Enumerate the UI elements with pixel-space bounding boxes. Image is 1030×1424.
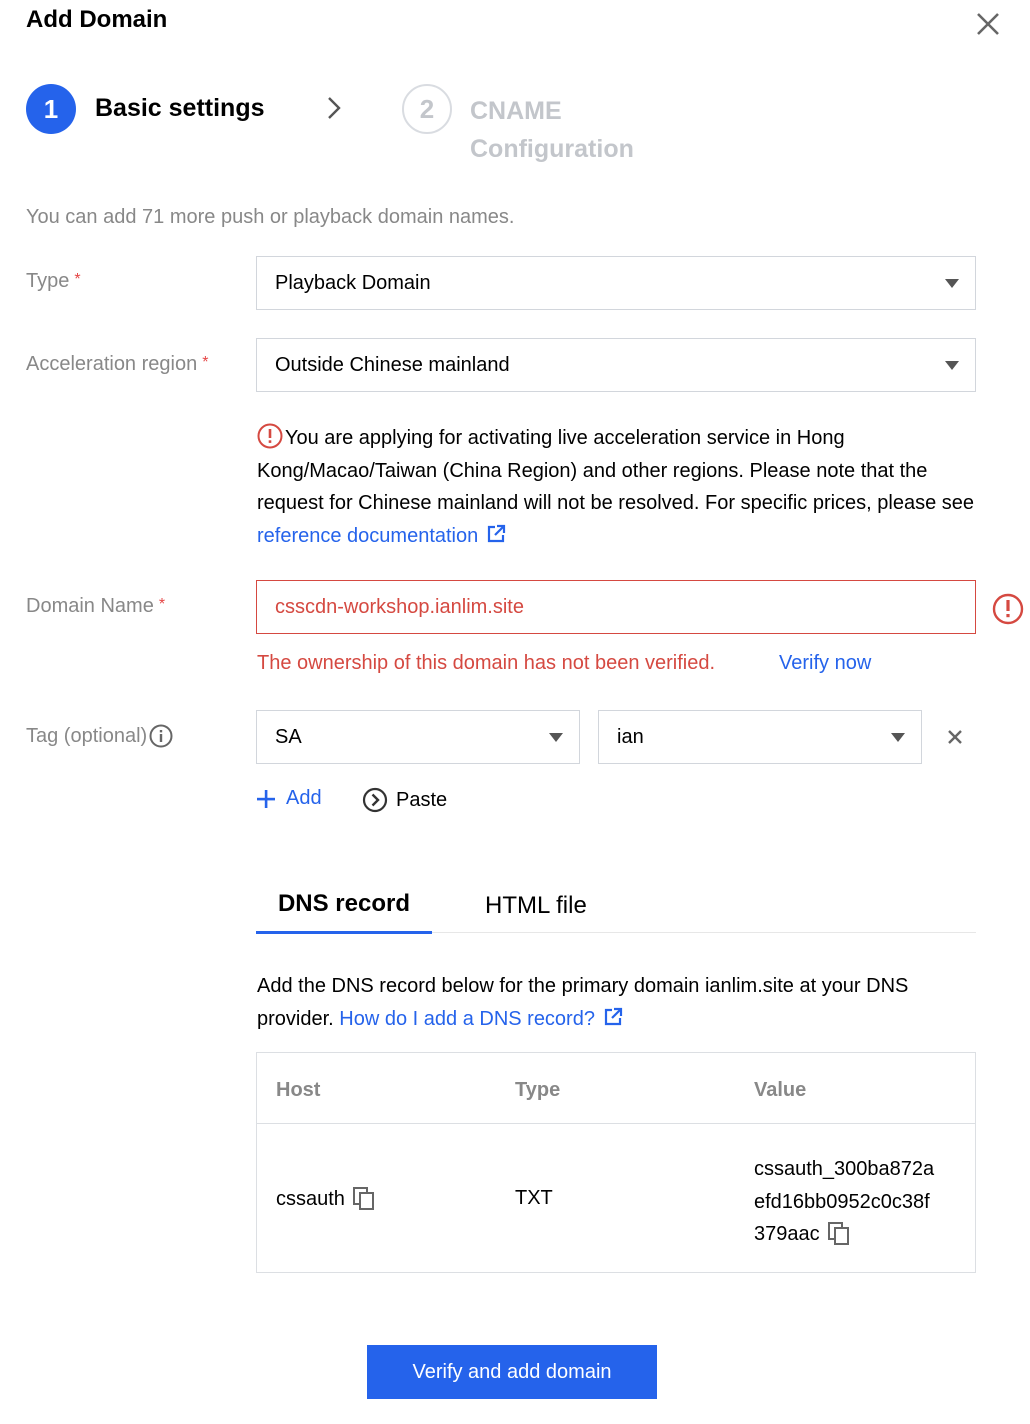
- type-select-value: Playback Domain: [275, 271, 431, 294]
- domain-label-text: Domain Name: [26, 595, 154, 617]
- dns-record-table: Host Type Value cssauth TXT cssauth_300b…: [256, 1052, 976, 1273]
- table-header-row: Host Type Value: [257, 1053, 975, 1124]
- region-label: Acceleration region *: [26, 353, 208, 376]
- quota-hint: You can add 71 more push or playback dom…: [26, 206, 515, 228]
- external-link-icon[interactable]: [603, 1007, 623, 1027]
- type-label: Type *: [26, 270, 81, 293]
- copy-icon[interactable]: [827, 1222, 850, 1246]
- region-warning-text: You are applying for activating live acc…: [257, 427, 975, 514]
- region-select[interactable]: Outside Chinese mainland: [256, 338, 976, 392]
- caret-down-icon: [945, 361, 959, 370]
- value-line: 379aac: [754, 1223, 820, 1245]
- type-label-text: Type: [26, 270, 70, 292]
- error-icon: [992, 593, 1024, 625]
- paste-icon: [362, 787, 388, 813]
- domain-name-value: csscdn-workshop.ianlim.site: [275, 595, 524, 618]
- required-mark: *: [158, 596, 166, 613]
- warning-icon: [257, 423, 283, 449]
- info-icon[interactable]: [149, 724, 173, 748]
- host-cell: cssauth: [276, 1187, 375, 1211]
- domain-label: Domain Name *: [26, 595, 165, 618]
- dialog-title: Add Domain: [26, 6, 168, 33]
- plus-icon: [257, 789, 275, 808]
- dns-description: Add the DNS record below for the primary…: [257, 970, 987, 1035]
- column-header-host: Host: [276, 1079, 321, 1101]
- verify-now-link[interactable]: Verify now: [779, 652, 871, 675]
- step-1-label: Basic settings: [95, 94, 265, 122]
- remove-tag-icon[interactable]: [944, 726, 966, 748]
- domain-error-message: The ownership of this domain has not bee…: [257, 652, 716, 674]
- add-tag-button[interactable]: Add: [256, 787, 322, 810]
- external-link-icon[interactable]: [486, 524, 506, 544]
- tag-value-select[interactable]: ian: [598, 710, 922, 764]
- caret-down-icon: [891, 733, 905, 742]
- domain-name-input[interactable]: csscdn-workshop.ianlim.site: [256, 580, 976, 634]
- region-warning: You are applying for activating live acc…: [257, 422, 977, 552]
- step-2-label: CNAME Configuration: [470, 97, 634, 163]
- copy-icon[interactable]: [352, 1187, 375, 1211]
- column-header-value: Value: [754, 1079, 807, 1101]
- region-label-text: Acceleration region: [26, 353, 198, 375]
- tag-value-value: ian: [617, 725, 644, 748]
- chevron-right-icon: [328, 97, 341, 119]
- region-select-value: Outside Chinese mainland: [275, 353, 510, 376]
- tab-dns-record[interactable]: DNS record: [256, 890, 432, 934]
- verify-and-add-domain-button[interactable]: Verify and add domain: [367, 1345, 657, 1399]
- required-mark: *: [74, 271, 81, 288]
- type-cell: TXT: [515, 1187, 553, 1209]
- tab-html-file[interactable]: HTML file: [485, 892, 587, 920]
- tag-key-value: SA: [275, 725, 302, 748]
- dns-help-link[interactable]: How do I add a DNS record?: [339, 1008, 595, 1030]
- column-header-type: Type: [515, 1079, 561, 1101]
- tag-label-text: Tag (optional): [26, 724, 148, 747]
- value-line-last: 379aac: [754, 1218, 934, 1251]
- value-line: efd16bb0952c0c38f: [754, 1190, 930, 1213]
- step-1-number: 1: [26, 84, 76, 134]
- close-icon[interactable]: [972, 8, 1004, 40]
- add-tag-label: Add: [286, 787, 322, 809]
- paste-tag-label: Paste: [396, 788, 448, 811]
- type-select[interactable]: Playback Domain: [256, 256, 976, 310]
- host-value: cssauth: [276, 1188, 345, 1210]
- caret-down-icon: [945, 279, 959, 288]
- value-line: cssauth_300ba872a: [754, 1158, 935, 1180]
- required-mark: *: [202, 354, 209, 371]
- paste-tag-button[interactable]: Paste: [362, 787, 447, 813]
- step-2-number: 2: [402, 84, 452, 134]
- value-cell: cssauth_300ba872a efd16bb0952c0c38f 379a…: [754, 1153, 934, 1251]
- tag-key-select[interactable]: SA: [256, 710, 580, 764]
- reference-doc-link[interactable]: reference documentation: [257, 525, 478, 547]
- tag-label: Tag (optional): [26, 724, 173, 748]
- caret-down-icon: [549, 733, 563, 742]
